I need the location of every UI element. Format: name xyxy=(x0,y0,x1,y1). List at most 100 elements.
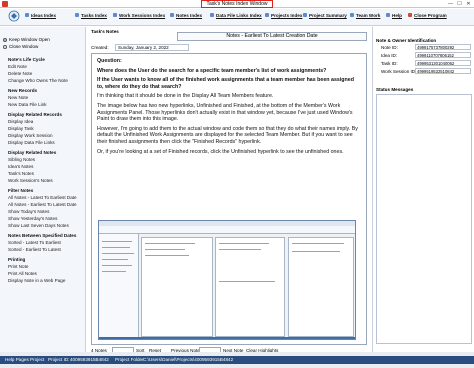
work-session-id-label: Work Session ID: xyxy=(381,69,417,74)
toolbar-close-program[interactable]: Close Program xyxy=(414,12,447,19)
work-session-id-value[interactable]: 4999519532510842 xyxy=(415,68,471,74)
section-header-filter-notes: Filter Notes xyxy=(8,188,34,193)
tasks-index-icon xyxy=(75,13,79,17)
toolbar-project-summary[interactable]: Project Summary xyxy=(309,12,347,19)
left-command-panel: Keep Window Open Close Window Note's Lif… xyxy=(0,27,86,352)
embedded-text-line xyxy=(145,255,189,256)
link-print-all-notes[interactable]: Print All Notes xyxy=(8,271,37,277)
embedded-member-list xyxy=(141,237,213,337)
projects-index-icon xyxy=(265,13,269,17)
link-todays-notes[interactable]: Show Today's Notes xyxy=(8,209,49,215)
note-paragraph: However, I'm going to add them to the ac… xyxy=(97,125,358,145)
note-paragraph: Where does the User do the search for a … xyxy=(97,67,327,74)
link-display-task[interactable]: Display Task xyxy=(8,126,34,132)
toolbar-ideas-index[interactable]: Ideas Index xyxy=(31,12,56,19)
link-print-note[interactable]: Print Note xyxy=(8,264,28,270)
notes-main-panel: Task's Notes Notes - Earliest To Latest … xyxy=(87,27,371,354)
note-paragraph: If the User wants to know all of the fin… xyxy=(97,77,354,90)
toolbar-data-file-links-index[interactable]: Data File Links Index xyxy=(216,12,262,19)
link-yesterdays-notes[interactable]: Show Yesterday's Notes xyxy=(8,216,57,222)
status-bar: Help Pages Project Project ID: 400959391… xyxy=(0,352,474,368)
link-delete-note[interactable]: Delete Note xyxy=(8,71,32,77)
embedded-text-line xyxy=(145,243,195,244)
toolbar-tasks-index[interactable]: Tasks Index xyxy=(81,12,107,19)
toolbar-projects-index[interactable]: Projects Index xyxy=(271,12,302,19)
embedded-text-line xyxy=(219,243,269,244)
link-ideas-notes[interactable]: Idea's Notes xyxy=(8,164,33,170)
toolbar-work-sessions-index[interactable]: Work Sessions Index xyxy=(119,12,165,19)
link-display-data-file-links[interactable]: Display Data File Links xyxy=(8,140,55,146)
idea-id-value[interactable]: 4999110707806152 xyxy=(415,52,471,58)
link-change-owner[interactable]: Change Who Owns The Note xyxy=(8,78,68,84)
section-header-new-records: New Records xyxy=(8,88,38,93)
embedded-text-line xyxy=(145,249,185,250)
status-messages-header: Status Messages xyxy=(376,87,414,92)
embedded-toolbar xyxy=(99,226,355,234)
project-summary-icon xyxy=(303,13,307,17)
link-display-note-web-page[interactable]: Display Note in a Web Page xyxy=(8,278,65,284)
link-work-sessions-notes[interactable]: Work Session's Notes xyxy=(8,178,53,184)
help-pages-project-label: Help Pages Project xyxy=(5,357,45,362)
note-content-area[interactable]: Question: Where does the User do the sea… xyxy=(91,53,367,345)
section-header-between-dates: Notes Between Specified Dates xyxy=(8,233,77,238)
radio-selected-icon xyxy=(3,37,7,42)
ideas-index-icon xyxy=(25,13,29,17)
note-paragraph: The image below has two new hyperlinks, … xyxy=(97,102,353,123)
radio-unselected-icon xyxy=(3,44,7,49)
embedded-text-line xyxy=(219,249,261,250)
embedded-left-panel xyxy=(99,234,139,338)
link-last-seven-days-notes[interactable]: Show Last Seven Days Notes xyxy=(8,223,69,229)
note-id-label: Note ID: xyxy=(381,45,398,50)
embedded-text-line xyxy=(219,281,275,282)
note-id-value[interactable]: 4999175737800292 xyxy=(415,44,471,50)
toolbar-help[interactable]: Help xyxy=(392,12,402,19)
option-label: Close Window xyxy=(9,44,39,49)
project-id-label: Project ID: xyxy=(48,357,70,362)
embedded-text-line xyxy=(292,251,340,252)
link-tasks-notes[interactable]: Task's Notes xyxy=(8,171,34,177)
embedded-text-line xyxy=(102,271,126,272)
data-file-links-index-icon xyxy=(210,13,214,17)
note-paragraph: Question: xyxy=(97,58,122,64)
section-header-related-notes: Display Related Notes xyxy=(8,150,57,155)
help-icon xyxy=(386,13,390,17)
project-folder-label: Project Folder xyxy=(115,357,144,362)
created-date-field[interactable]: Sunday, January 2, 2022 xyxy=(115,44,189,51)
embedded-text-line xyxy=(292,243,344,244)
embedded-status-bar xyxy=(99,337,355,339)
close-program-icon xyxy=(408,13,412,17)
link-new-data-file-link[interactable]: New Data File Link xyxy=(8,102,47,108)
maximize-button[interactable]: ☐ xyxy=(455,0,464,8)
embedded-assignments-panel xyxy=(215,237,285,337)
link-edit-note[interactable]: Edit Note xyxy=(8,64,27,70)
link-display-idea[interactable]: Display Idea xyxy=(8,119,33,125)
link-sibling-notes[interactable]: Sibling Notes xyxy=(8,157,35,163)
link-all-notes-earliest[interactable]: All Notes - Earliest To Latest Date xyxy=(8,202,77,208)
window-title: Task's Notes Index Window xyxy=(201,0,273,8)
section-header-lifecycle: Note's Life Cycle xyxy=(8,57,45,62)
identification-panel: Note & Owner Identification Note ID: 499… xyxy=(372,27,474,352)
close-window-option[interactable]: Close Window xyxy=(3,44,38,50)
created-label: Created: xyxy=(91,45,109,50)
link-sorted-latest[interactable]: Sorted - Latest To Earliest xyxy=(8,240,61,246)
task-id-value[interactable]: 4999531301040062 xyxy=(415,60,471,66)
toolbar-team-work[interactable]: Team Work xyxy=(356,12,380,19)
keep-window-open-option[interactable]: Keep Window Open xyxy=(3,37,50,43)
link-all-notes-latest[interactable]: All Notes - Latest To Earliest Date xyxy=(8,195,77,201)
notes-title: Notes - Earliest To Latest Creation Date xyxy=(177,32,367,41)
minimize-button[interactable]: — xyxy=(446,0,455,8)
project-folder-path: C:\Users\Daniel\Projects\4009593915B4842 xyxy=(143,357,234,362)
link-new-note[interactable]: New Note xyxy=(8,95,28,101)
link-sorted-earliest[interactable]: Sorted - Earliest To Latest xyxy=(8,247,61,253)
embedded-text-line xyxy=(102,259,128,260)
link-display-work-session[interactable]: Display Work Session xyxy=(8,133,53,139)
idea-id-label: Idea ID: xyxy=(381,53,398,58)
toolbar-notes-index[interactable]: Notes Index xyxy=(176,12,202,19)
embedded-screenshot-image xyxy=(98,220,356,340)
close-window-button[interactable]: ✕ xyxy=(464,0,473,8)
section-header-printing: Printing xyxy=(8,257,26,262)
task-id-label: Task ID: xyxy=(381,61,398,66)
embedded-text-line xyxy=(102,253,134,254)
app-logo-icon xyxy=(8,10,20,22)
panel-header: Task's Notes xyxy=(91,29,119,34)
